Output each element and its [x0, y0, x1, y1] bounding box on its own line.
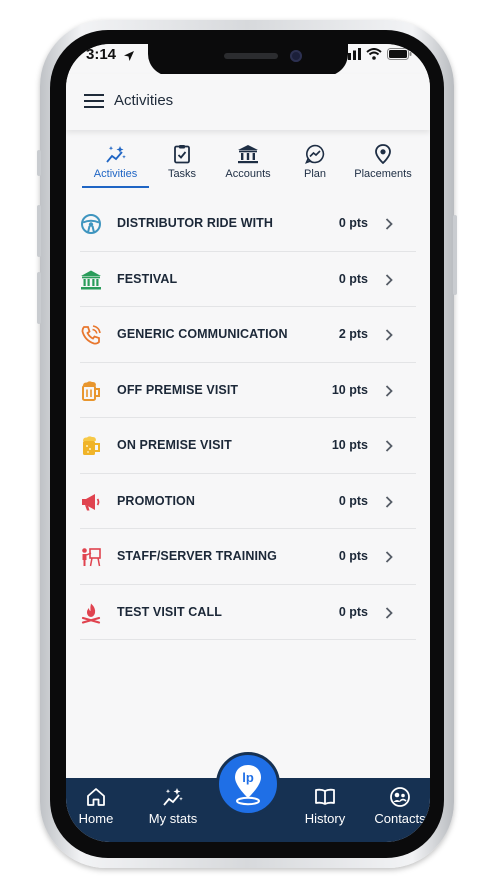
activity-points: 0 pts — [338, 493, 368, 508]
megaphone-icon — [82, 493, 100, 510]
phone-volume-down-button — [37, 272, 41, 324]
activity-label: ON PREMISE VISIT — [117, 438, 232, 452]
activity-points: 0 pts — [338, 604, 368, 619]
bank-icon — [238, 145, 258, 164]
location-pin-icon — [375, 144, 391, 164]
lp-location-icon: lp — [235, 765, 261, 806]
activity-points: 10 pts — [331, 382, 368, 397]
status-time: 3:14 — [86, 46, 117, 63]
app-header: Activities — [66, 74, 430, 130]
nav-my-stats[interactable]: My stats — [146, 786, 200, 826]
activity-label: FESTIVAL — [117, 271, 178, 286]
beer-mug-icon — [82, 380, 100, 401]
activity-label: OFF PREMISE VISIT — [117, 382, 239, 397]
tab-label: Plan — [303, 168, 327, 180]
tab-activities[interactable]: Activities — [82, 140, 149, 190]
campfire-icon — [81, 603, 101, 624]
presenter-icon — [82, 548, 101, 567]
activity-row-generic-communication[interactable]: GENERIC COMMUNICATION 2 pts — [80, 307, 416, 363]
nav-label: Home — [78, 811, 114, 826]
tab-tasks[interactable]: Tasks — [158, 140, 206, 190]
nav-label: My stats — [148, 811, 198, 826]
nav-label: History — [304, 811, 346, 826]
tab-plan[interactable]: Plan — [296, 140, 334, 190]
activity-row-promotion[interactable]: PROMOTION 0 pts — [80, 474, 416, 529]
chevron-right-icon — [385, 606, 393, 619]
tab-label: Tasks — [167, 168, 197, 180]
earpiece-speaker — [224, 53, 278, 59]
top-tabs: Activities Tasks Accounts Plan Placement… — [66, 140, 430, 192]
phone-side-button — [37, 150, 41, 176]
chevron-right-icon — [385, 495, 393, 508]
institution-icon — [81, 270, 101, 289]
active-tab-indicator — [82, 186, 149, 188]
activity-row-staff-server-training[interactable]: STAFF/SERVER TRAINING 0 pts — [80, 529, 416, 585]
chevron-right-icon — [385, 329, 393, 341]
hamburger-menu-icon[interactable] — [84, 93, 104, 109]
status-icons — [343, 48, 412, 60]
nav-history[interactable]: History — [300, 786, 350, 826]
phone-notch — [148, 44, 348, 76]
activity-label: PROMOTION — [117, 493, 195, 508]
sparkles-icon — [105, 146, 126, 163]
tab-accounts[interactable]: Accounts — [222, 140, 274, 190]
activities-list: DISTRIBUTOR RIDE WITH 0 pts FESTIVAL 0 p… — [80, 196, 416, 640]
clipboard-check-icon — [174, 145, 190, 164]
phone-volume-up-button — [37, 205, 41, 257]
fab-label: lp — [242, 770, 254, 785]
activity-points: 2 pts — [338, 327, 368, 341]
tab-label: Accounts — [225, 168, 271, 180]
open-book-icon — [315, 788, 335, 805]
activity-label: DISTRIBUTOR RIDE WITH — [117, 216, 274, 230]
stats-sparkle-icon — [163, 788, 183, 806]
tab-label: Activities — [93, 168, 138, 180]
activity-label: TEST VISIT CALL — [117, 604, 222, 619]
tab-placements[interactable]: Placements — [350, 140, 416, 190]
activity-label: GENERIC COMMUNICATION — [117, 327, 288, 341]
phone-power-button — [453, 215, 457, 295]
front-camera — [290, 50, 302, 62]
activity-points: 10 pts — [331, 438, 368, 452]
activity-label: STAFF/SERVER TRAINING — [117, 549, 277, 563]
phone-call-icon — [81, 325, 101, 345]
activity-row-on-premise-visit[interactable]: ON PREMISE VISIT 10 pts — [80, 418, 416, 474]
nav-contacts[interactable]: Contacts — [372, 786, 428, 826]
contacts-icon — [390, 787, 410, 807]
home-icon — [87, 788, 105, 806]
activity-points: 0 pts — [338, 216, 368, 230]
chevron-right-icon — [385, 218, 393, 230]
activity-row-off-premise-visit[interactable]: OFF PREMISE VISIT 10 pts — [80, 363, 416, 418]
nav-home[interactable]: Home — [76, 786, 116, 826]
chevron-right-icon — [385, 384, 393, 397]
wifi-icon — [366, 48, 382, 60]
activity-row-distributor-ride-with[interactable]: DISTRIBUTOR RIDE WITH 0 pts — [80, 196, 416, 252]
chevron-right-icon — [385, 440, 393, 452]
battery-icon — [387, 48, 412, 60]
activity-points: 0 pts — [338, 549, 368, 563]
lp-action-button[interactable]: lp — [216, 752, 280, 816]
tab-label: Placements — [354, 168, 412, 180]
trend-chat-icon — [305, 144, 325, 164]
steering-wheel-icon — [81, 214, 101, 234]
location-arrow-icon — [124, 51, 134, 61]
app-screen: 3:14 Activities Activities Tasks Account… — [66, 44, 430, 842]
nav-label: Contacts — [374, 811, 426, 826]
activity-points: 0 pts — [338, 271, 368, 286]
activity-row-festival[interactable]: FESTIVAL 0 pts — [80, 252, 416, 307]
chevron-right-icon — [385, 273, 393, 286]
chevron-right-icon — [385, 551, 393, 563]
page-title: Activities — [114, 92, 174, 109]
activity-row-test-visit-call[interactable]: TEST VISIT CALL 0 pts — [80, 585, 416, 640]
beer-mug-filled-icon — [83, 436, 100, 455]
